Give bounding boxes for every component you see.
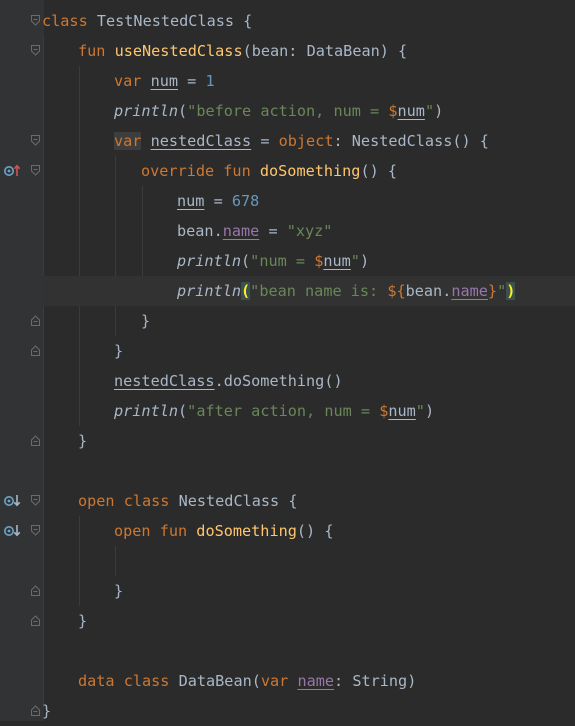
code-editor[interactable]: class TestNestedClass { fun useNestedCla… [0,0,575,721]
editor-gutter [0,0,44,721]
code-line: override fun doSomething() { [141,162,398,180]
fold-open-icon[interactable] [31,525,40,536]
code-line: fun useNestedClass(bean: DataBean) { [78,42,408,60]
code-line: data class DataBean(var name: String) [78,672,417,690]
code-line: } [114,342,124,360]
code-line: } [78,432,88,450]
code-line: } [114,582,124,600]
fold-open-icon[interactable] [31,15,40,26]
fold-open-icon[interactable] [31,495,40,506]
fold-close-icon[interactable] [31,435,40,446]
code-line: var num = 1 [114,72,215,90]
code-line: println("num = $num") [177,252,370,270]
code-line: } [42,702,52,720]
code-line: num = 678 [177,192,260,210]
fold-close-icon[interactable] [31,345,40,356]
code-line: class TestNestedClass { [42,12,253,30]
code-line: var nestedClass = object: NestedClass() … [114,132,489,150]
code-line: } [141,312,151,330]
fold-open-icon[interactable] [31,165,40,176]
fold-close-icon[interactable] [31,585,40,596]
code-line: } [78,612,88,630]
code-line: bean.name = "xyz" [177,222,333,240]
fold-open-icon[interactable] [31,135,40,146]
code-area[interactable]: class TestNestedClass { fun useNestedCla… [42,6,575,726]
code-line: println("after action, num = $num") [114,402,435,420]
fold-close-icon[interactable] [31,615,40,626]
fold-open-icon[interactable] [31,45,40,56]
override-up-arrow-icon[interactable] [3,164,21,178]
code-line: println("before action, num = $num") [114,102,444,120]
fold-close-icon[interactable] [31,705,40,716]
code-line-current: println("bean name is: ${bean.name}") [42,276,575,306]
fold-close-icon[interactable] [31,315,40,326]
implemented-down-arrow-icon[interactable] [3,524,21,538]
implemented-down-arrow-icon[interactable] [3,494,21,508]
code-line: open fun doSomething() { [114,522,334,540]
code-line: nestedClass.doSomething() [114,372,343,390]
code-line: open class NestedClass { [78,492,298,510]
